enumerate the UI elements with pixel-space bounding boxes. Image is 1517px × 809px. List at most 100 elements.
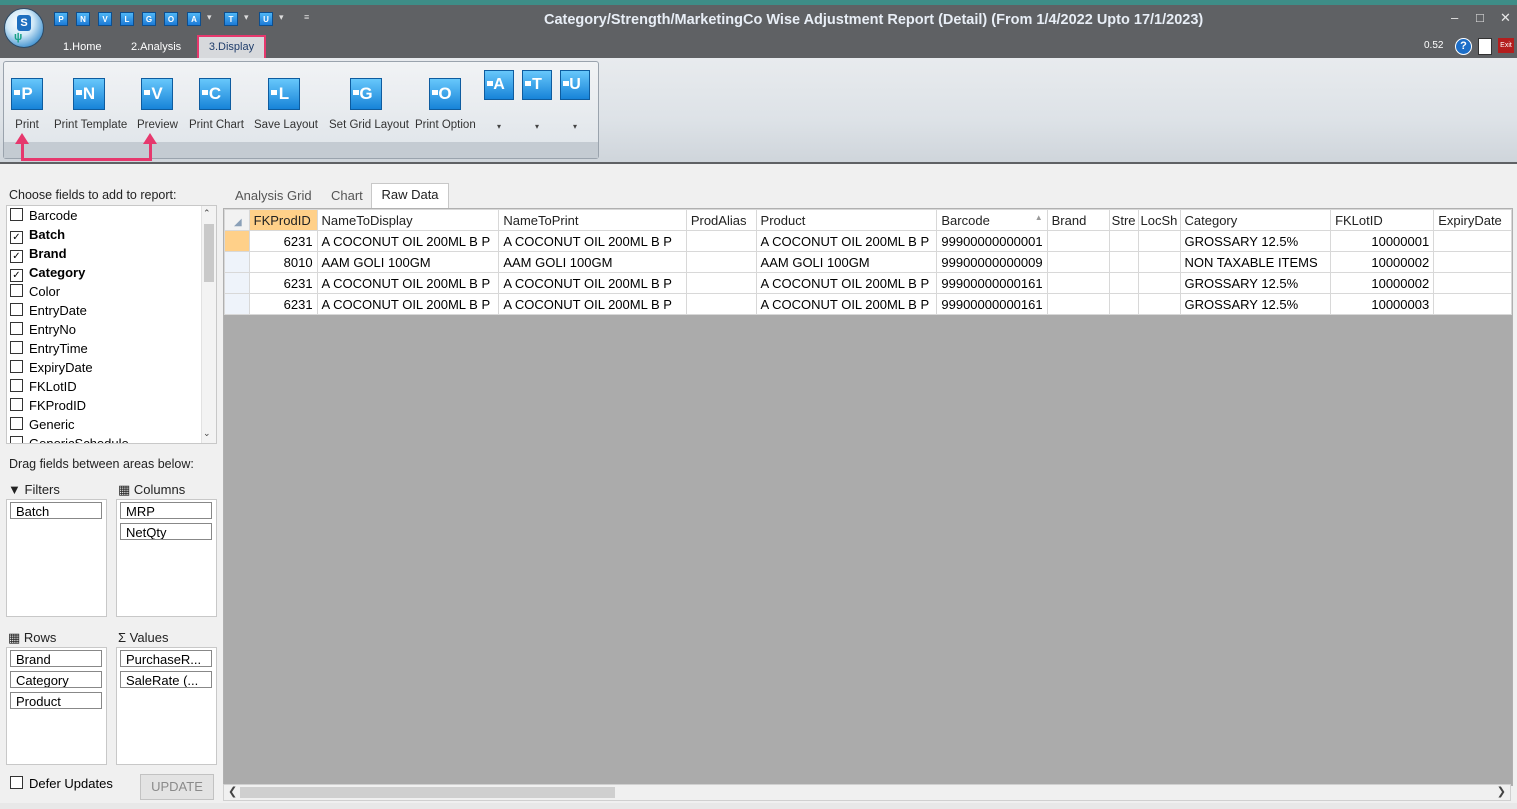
table-row[interactable]: 6231 A COCONUT OIL 200ML B P A COCONUT O… [224,230,1512,252]
field-item-fklotid[interactable]: FKLotID [10,379,77,398]
table-cell[interactable] [1046,230,1110,252]
field-item-entryno[interactable]: EntryNo [10,322,76,341]
value-chip[interactable]: PurchaseR... [120,650,212,667]
qat-t-icon[interactable]: T [224,12,238,26]
row-selector[interactable] [224,230,250,252]
table-cell[interactable] [1108,272,1139,294]
column-header-expirydate[interactable]: ExpiryDate [1433,209,1512,231]
column-header-locshelf[interactable]: LocSh [1137,209,1181,231]
field-item-genericschedule[interactable]: GenericSchedule [10,436,129,443]
table-cell[interactable] [1108,230,1139,252]
table-cell[interactable]: A COCONUT OIL 200ML B P [498,293,687,315]
u-dropdown-button[interactable]: U ▾ [560,70,590,131]
table-cell[interactable] [1108,293,1139,315]
exit-icon[interactable]: Exit [1498,38,1514,53]
table-cell[interactable]: A COCONUT OIL 200ML B P [316,272,500,294]
scroll-thumb[interactable] [240,787,615,798]
qat-customize-icon[interactable]: ≡ [304,12,309,22]
qat-preview-icon[interactable]: V [98,12,112,26]
tab-raw-data[interactable]: Raw Data [371,183,449,209]
checkbox[interactable] [10,776,23,789]
u-chevron-down-icon[interactable]: ▾ [560,122,590,131]
scroll-right-icon[interactable]: ❯ [1497,785,1506,798]
column-header-prodalias[interactable]: ProdAlias [685,209,757,231]
table-cell[interactable]: 6231 [248,293,318,315]
row-chip[interactable]: Brand [10,650,102,667]
table-cell[interactable] [685,230,757,252]
raw-data-grid[interactable]: ◢ FKProdID NameToDisplay NameToPrint Pro… [223,208,1513,786]
print-chart-button[interactable]: C Print Chart [189,78,244,131]
set-grid-layout-button[interactable]: G Set Grid Layout [329,78,409,131]
value-chip[interactable]: SaleRate (... [120,671,212,688]
table-cell[interactable] [685,272,757,294]
table-cell[interactable] [685,293,757,315]
horizontal-scrollbar[interactable]: ❮ ❯ [223,784,1511,801]
table-cell[interactable] [1108,251,1139,273]
tab-analysis[interactable]: 2.Analysis [131,41,181,53]
table-cell[interactable]: GROSSARY 12.5% [1179,230,1332,252]
table-cell[interactable]: GROSSARY 12.5% [1179,272,1332,294]
table-cell[interactable]: 10000003 [1330,293,1435,315]
table-cell[interactable]: AAM GOLI 100GM [316,251,500,273]
row-selector[interactable] [224,272,250,294]
qat-print-option-icon[interactable]: O [164,12,178,26]
field-list[interactable]: Barcode ✓ Batch ✓ Brand ✓ Category Color En… [6,205,217,444]
field-item-generic[interactable]: Generic [10,417,75,436]
qat-u-icon[interactable]: U [259,12,273,26]
field-item-color[interactable]: Color [10,284,60,303]
field-item-brand[interactable]: ✓ Brand [10,246,67,265]
table-cell[interactable] [1433,272,1512,294]
table-cell[interactable] [685,251,757,273]
print-button[interactable]: P Print [8,78,46,131]
table-cell[interactable]: 6231 [248,230,318,252]
qat-t-dropdown-icon[interactable]: ▾ [244,12,249,23]
row-chip[interactable]: Product [10,692,102,709]
scroll-left-icon[interactable]: ❮ [228,785,237,798]
qat-u-dropdown-icon[interactable]: ▾ [279,12,284,23]
table-cell[interactable]: 99900000000161 [936,272,1048,294]
checkbox-checked[interactable]: ✓ [10,250,23,263]
table-cell[interactable]: A COCONUT OIL 200ML B P [498,272,687,294]
column-header-brand[interactable]: Brand [1046,209,1110,231]
column-header-category[interactable]: Category [1179,209,1332,231]
table-cell[interactable]: 10000002 [1330,272,1435,294]
column-header-nametodisplay[interactable]: NameToDisplay [316,209,500,231]
table-cell[interactable] [1137,293,1181,315]
table-cell[interactable] [1137,251,1181,273]
column-header-barcode[interactable]: Barcode ▲ [936,209,1048,231]
checkbox[interactable] [10,303,23,316]
qat-a-icon[interactable]: A [187,12,201,26]
qat-grid-layout-icon[interactable]: G [142,12,156,26]
table-cell[interactable]: GROSSARY 12.5% [1179,293,1332,315]
checkbox-checked[interactable]: ✓ [10,269,23,282]
row-selector[interactable] [224,293,250,315]
column-header-nametoprint[interactable]: NameToPrint [498,209,687,231]
field-item-category[interactable]: ✓ Category [10,265,85,284]
column-chip[interactable]: MRP [120,502,212,519]
close-button[interactable]: ✕ [1500,10,1511,26]
row-selector[interactable] [224,251,250,273]
table-cell[interactable]: AAM GOLI 100GM [755,251,938,273]
table-cell[interactable] [1137,272,1181,294]
table-cell[interactable]: AAM GOLI 100GM [498,251,687,273]
checkbox[interactable] [10,436,23,443]
table-cell[interactable]: NON TAXABLE ITEMS [1179,251,1332,273]
qat-print-icon[interactable]: P [54,12,68,26]
table-cell[interactable]: A COCONUT OIL 200ML B P [755,272,938,294]
t-dropdown-button[interactable]: T ▾ [522,70,552,131]
table-cell[interactable]: 10000002 [1330,251,1435,273]
table-cell[interactable]: 99900000000001 [936,230,1048,252]
update-button[interactable]: UPDATE [140,774,214,800]
values-area[interactable]: PurchaseR... SaleRate (... [116,647,217,765]
table-cell[interactable]: A COCONUT OIL 200ML B P [316,293,500,315]
a-chevron-down-icon[interactable]: ▾ [484,122,514,131]
column-header-product[interactable]: Product [755,209,938,231]
defer-updates-checkbox[interactable]: Defer Updates [10,776,113,791]
table-cell[interactable]: 99900000000161 [936,293,1048,315]
field-item-entrytime[interactable]: EntryTime [10,341,88,360]
table-row[interactable]: 6231 A COCONUT OIL 200ML B P A COCONUT O… [224,293,1512,315]
column-header-strength[interactable]: Stre [1108,209,1139,231]
column-header-fklotid[interactable]: FKLotID [1330,209,1435,231]
maximize-button[interactable]: □ [1476,10,1484,25]
table-cell[interactable]: A COCONUT OIL 200ML B P [755,230,938,252]
